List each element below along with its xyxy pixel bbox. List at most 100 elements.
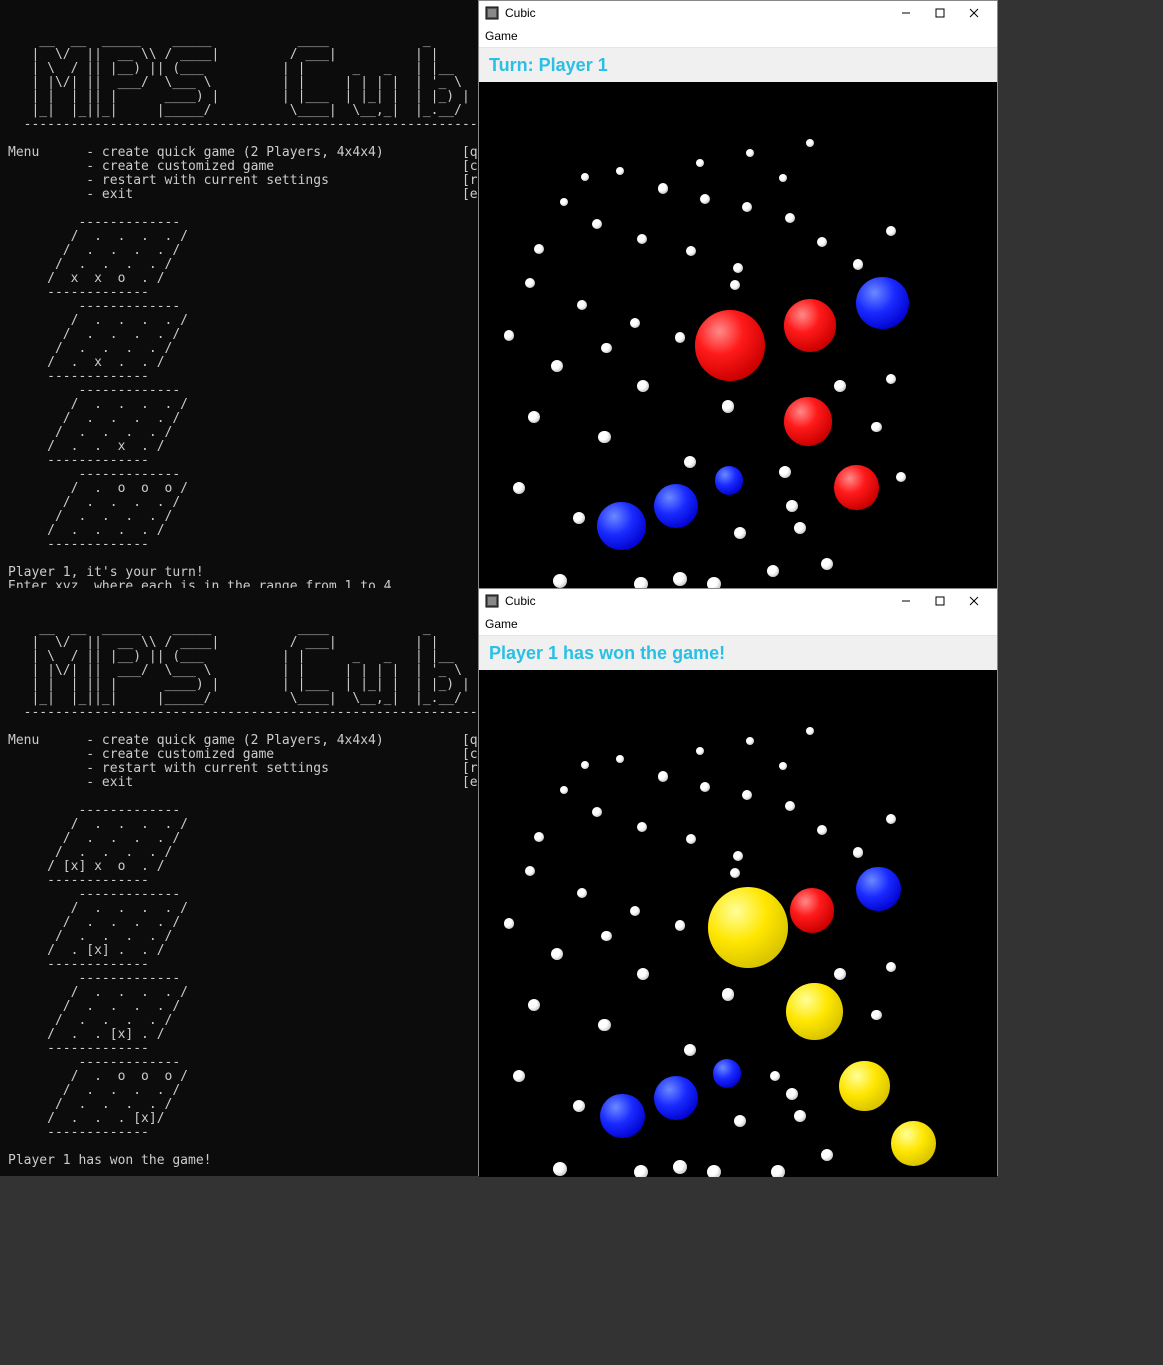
sphere-white[interactable] [707, 1165, 721, 1177]
sphere-white[interactable] [733, 851, 743, 861]
sphere-white[interactable] [886, 962, 896, 972]
sphere-white[interactable] [806, 727, 814, 735]
sphere-white[interactable] [513, 1070, 525, 1082]
sphere-white[interactable] [637, 968, 649, 980]
sphere-white[interactable] [581, 173, 589, 181]
sphere-white[interactable] [853, 259, 863, 269]
sphere-white[interactable] [504, 918, 514, 928]
sphere-white[interactable] [700, 782, 710, 792]
sphere-white[interactable] [779, 762, 787, 770]
menu-game[interactable]: Game [485, 617, 518, 631]
sphere-white[interactable] [785, 801, 795, 811]
sphere-white[interactable] [742, 790, 752, 800]
sphere-white[interactable] [601, 931, 611, 941]
sphere-white[interactable] [834, 380, 846, 392]
sphere-white[interactable] [779, 174, 787, 182]
sphere-white[interactable] [886, 226, 896, 236]
sphere-white[interactable] [821, 1149, 833, 1161]
sphere-white[interactable] [734, 1115, 746, 1127]
sphere-white[interactable] [886, 374, 896, 384]
console-bottom[interactable]: __ __ _____ _____ ____ _ _ | \/ || __ \\… [0, 588, 478, 1176]
sphere-white[interactable] [577, 888, 587, 898]
sphere-white[interactable] [742, 202, 752, 212]
titlebar[interactable]: Cubic [479, 1, 997, 25]
sphere-white[interactable] [696, 159, 704, 167]
sphere-white[interactable] [746, 737, 754, 745]
sphere-white[interactable] [551, 360, 563, 372]
sphere-white[interactable] [673, 1160, 687, 1174]
sphere-white[interactable] [794, 522, 806, 534]
sphere-white[interactable] [581, 761, 589, 769]
close-button[interactable] [957, 589, 991, 613]
sphere-white[interactable] [658, 183, 668, 193]
sphere-white[interactable] [853, 847, 863, 857]
sphere-white[interactable] [770, 1071, 780, 1081]
sphere-white[interactable] [746, 149, 754, 157]
sphere-white[interactable] [598, 431, 610, 443]
sphere-white[interactable] [592, 807, 602, 817]
minimize-button[interactable] [889, 589, 923, 613]
minimize-button[interactable] [889, 1, 923, 25]
sphere-white[interactable] [630, 906, 640, 916]
sphere-white[interactable] [504, 330, 514, 340]
sphere-white[interactable] [722, 988, 734, 1000]
titlebar[interactable]: Cubic [479, 589, 997, 613]
sphere-white[interactable] [733, 263, 743, 273]
sphere-white[interactable] [560, 198, 568, 206]
sphere-white[interactable] [779, 466, 791, 478]
sphere-white[interactable] [573, 1100, 585, 1112]
sphere-white[interactable] [560, 786, 568, 794]
sphere-white[interactable] [834, 968, 846, 980]
sphere-white[interactable] [700, 194, 710, 204]
console-top[interactable]: __ __ _____ _____ ____ _ _ | \/ || __ \\… [0, 0, 478, 588]
sphere-white[interactable] [553, 1162, 567, 1176]
sphere-white[interactable] [730, 868, 740, 878]
sphere-white[interactable] [573, 512, 585, 524]
sphere-white[interactable] [634, 1165, 648, 1177]
viewport-3d[interactable] [479, 670, 997, 1177]
sphere-white[interactable] [525, 278, 535, 288]
sphere-white[interactable] [684, 1044, 696, 1056]
sphere-white[interactable] [525, 866, 535, 876]
sphere-white[interactable] [817, 825, 827, 835]
sphere-white[interactable] [785, 213, 795, 223]
sphere-white[interactable] [577, 300, 587, 310]
sphere-white[interactable] [658, 771, 668, 781]
sphere-white[interactable] [696, 747, 704, 755]
sphere-white[interactable] [684, 456, 696, 468]
sphere-white[interactable] [786, 500, 798, 512]
sphere-white[interactable] [528, 999, 540, 1011]
sphere-white[interactable] [630, 318, 640, 328]
menu-game[interactable]: Game [485, 29, 518, 43]
maximize-button[interactable] [923, 589, 957, 613]
sphere-white[interactable] [513, 482, 525, 494]
sphere-white[interactable] [534, 832, 544, 842]
sphere-white[interactable] [601, 343, 611, 353]
sphere-white[interactable] [637, 380, 649, 392]
sphere-white[interactable] [722, 400, 734, 412]
maximize-button[interactable] [923, 1, 957, 25]
sphere-white[interactable] [871, 1010, 881, 1020]
sphere-white[interactable] [767, 565, 779, 577]
sphere-white[interactable] [734, 527, 746, 539]
sphere-white[interactable] [553, 574, 567, 588]
sphere-white[interactable] [730, 280, 740, 290]
sphere-white[interactable] [786, 1088, 798, 1100]
sphere-white[interactable] [896, 472, 906, 482]
viewport-3d[interactable] [479, 82, 997, 589]
sphere-white[interactable] [794, 1110, 806, 1122]
sphere-white[interactable] [637, 822, 647, 832]
sphere-white[interactable] [598, 1019, 610, 1031]
sphere-white[interactable] [528, 411, 540, 423]
sphere-white[interactable] [886, 814, 896, 824]
sphere-white[interactable] [616, 167, 624, 175]
sphere-white[interactable] [817, 237, 827, 247]
sphere-white[interactable] [673, 572, 687, 586]
sphere-white[interactable] [871, 422, 881, 432]
close-button[interactable] [957, 1, 991, 25]
sphere-white[interactable] [675, 920, 685, 930]
sphere-white[interactable] [806, 139, 814, 147]
sphere-white[interactable] [637, 234, 647, 244]
sphere-white[interactable] [686, 246, 696, 256]
sphere-white[interactable] [675, 332, 685, 342]
